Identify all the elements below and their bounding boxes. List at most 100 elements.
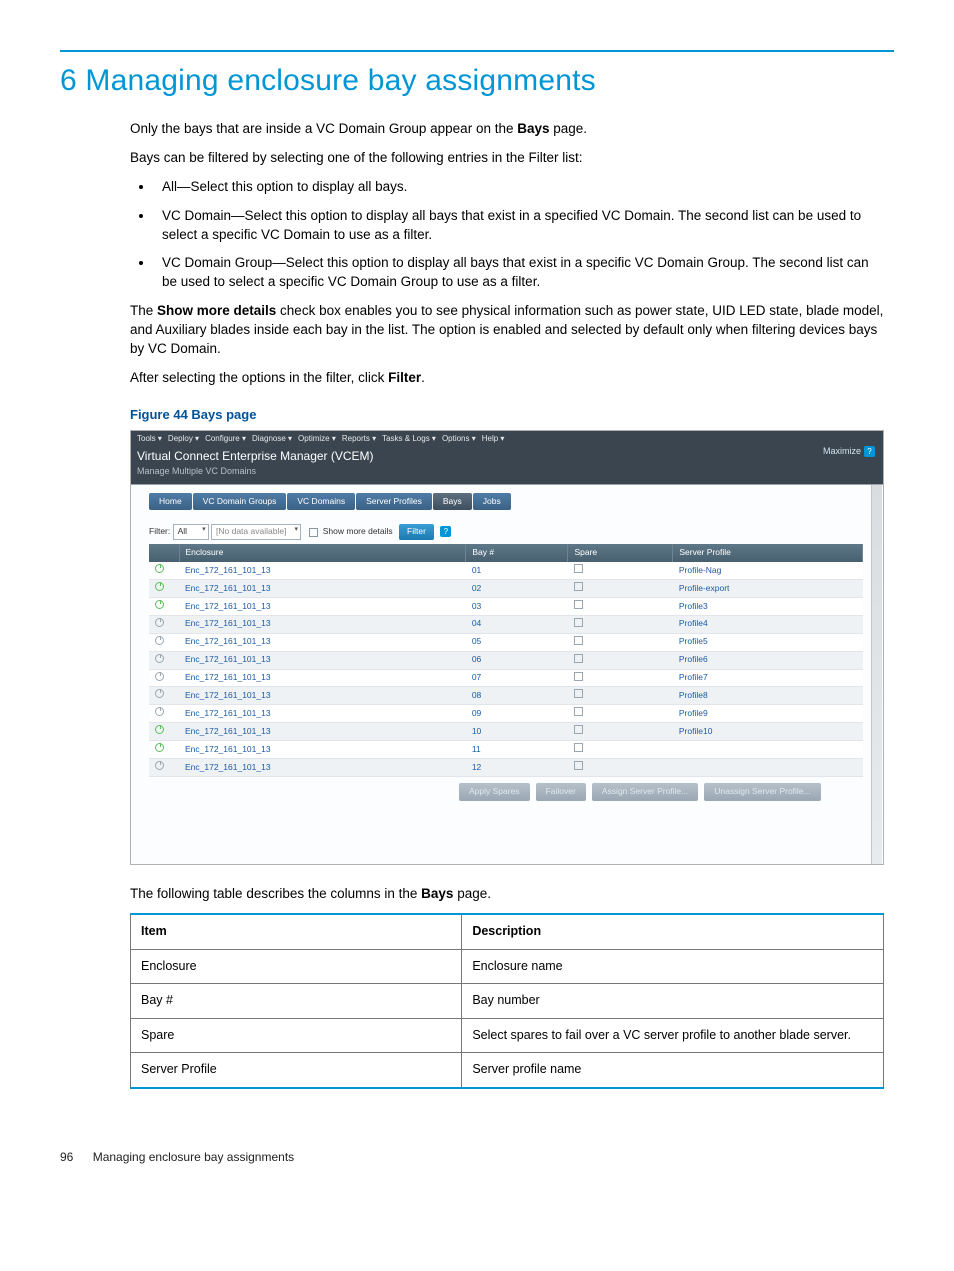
column-header[interactable]: Bay # [466, 544, 568, 562]
col-header-item: Item [131, 914, 462, 949]
item-cell: Enclosure [131, 949, 462, 984]
app-subtitle: Manage Multiple VC Domains [137, 465, 877, 478]
bay-cell: 06 [466, 651, 568, 669]
action-button[interactable]: Apply Spares [459, 783, 530, 801]
action-button[interactable]: Unassign Server Profile... [704, 783, 820, 801]
desc-cell: Enclosure name [462, 949, 884, 984]
power-icon [155, 618, 164, 627]
table-row[interactable]: Enc_172_161_101_1303Profile3 [149, 598, 863, 616]
tab-bays[interactable]: Bays [433, 493, 472, 511]
spare-checkbox[interactable] [574, 743, 583, 752]
spare-checkbox[interactable] [574, 618, 583, 627]
menu-item[interactable]: Help ▾ [482, 434, 505, 443]
text: After selecting the options in the filte… [130, 370, 388, 385]
bays-table-head: EnclosureBay #SpareServer Profile [149, 544, 863, 562]
menu-item[interactable]: Optimize ▾ [298, 434, 336, 443]
power-cell [149, 580, 179, 598]
bay-cell: 08 [466, 687, 568, 705]
desc-cell: Select spares to fail over a VC server p… [462, 1018, 884, 1053]
column-header[interactable] [149, 544, 179, 562]
menu-item[interactable]: Reports ▾ [342, 434, 376, 443]
spare-checkbox[interactable] [574, 707, 583, 716]
table-row[interactable]: Enc_172_161_101_1311 [149, 741, 863, 759]
profile-cell: Profile-export [673, 580, 863, 598]
menu-item[interactable]: Diagnose ▾ [252, 434, 292, 443]
content-canvas: HomeVC Domain GroupsVC DomainsServer Pro… [131, 484, 883, 864]
spare-checkbox[interactable] [574, 725, 583, 734]
profile-cell: Profile7 [673, 669, 863, 687]
table-row[interactable]: Enc_172_161_101_1302Profile-export [149, 580, 863, 598]
menu-item[interactable]: Tasks & Logs ▾ [382, 434, 436, 443]
table-row[interactable]: Enc_172_161_101_1309Profile9 [149, 705, 863, 723]
top-rule [60, 50, 894, 52]
spare-checkbox[interactable] [574, 600, 583, 609]
bay-cell: 12 [466, 759, 568, 777]
show-more-checkbox[interactable] [309, 528, 318, 537]
table-row[interactable]: Enc_172_161_101_1305Profile5 [149, 633, 863, 651]
spare-cell [568, 687, 673, 705]
text: Only the bays that are inside a VC Domai… [130, 121, 517, 136]
table-row[interactable]: Enc_172_161_101_1310Profile10 [149, 723, 863, 741]
column-header[interactable]: Spare [568, 544, 673, 562]
menu-item[interactable]: Deploy ▾ [168, 434, 199, 443]
bay-cell: 10 [466, 723, 568, 741]
profile-cell: Profile-Nag [673, 562, 863, 579]
spare-checkbox[interactable] [574, 636, 583, 645]
column-header[interactable]: Enclosure [179, 544, 466, 562]
bullet-item: VC Domain Group—Select this option to di… [154, 254, 884, 292]
tab-home[interactable]: Home [149, 493, 192, 511]
power-cell [149, 669, 179, 687]
table-row[interactable]: Enc_172_161_101_1304Profile4 [149, 615, 863, 633]
spare-checkbox[interactable] [574, 689, 583, 698]
spare-checkbox[interactable] [574, 582, 583, 591]
action-button[interactable]: Assign Server Profile... [592, 783, 698, 801]
spare-cell [568, 598, 673, 616]
enclosure-cell: Enc_172_161_101_13 [179, 651, 466, 669]
spare-checkbox[interactable] [574, 761, 583, 770]
spare-checkbox[interactable] [574, 672, 583, 681]
profile-cell: Profile4 [673, 615, 863, 633]
menu-item[interactable]: Configure ▾ [205, 434, 246, 443]
profile-cell: Profile10 [673, 723, 863, 741]
menu-item[interactable]: Tools ▾ [137, 434, 162, 443]
profile-cell: Profile6 [673, 651, 863, 669]
enclosure-cell: Enc_172_161_101_13 [179, 759, 466, 777]
tab-vc-domains[interactable]: VC Domains [287, 493, 355, 511]
filter-button[interactable]: Filter [399, 524, 434, 540]
text: The [130, 303, 157, 318]
enclosure-cell: Enc_172_161_101_13 [179, 562, 466, 579]
action-row: Apply Spares Failover Assign Server Profil… [149, 783, 879, 801]
profile-cell: Profile3 [673, 598, 863, 616]
filter-select-scope[interactable]: All [173, 524, 209, 540]
item-cell: Server Profile [131, 1053, 462, 1088]
power-icon [155, 689, 164, 698]
table-row[interactable]: Enc_172_161_101_1307Profile7 [149, 669, 863, 687]
table-row[interactable]: Enc_172_161_101_1312 [149, 759, 863, 777]
menu-item[interactable]: Options ▾ [442, 434, 476, 443]
action-button[interactable]: Failover [536, 783, 586, 801]
tab-jobs[interactable]: Jobs [473, 493, 511, 511]
bays-table-body: Enc_172_161_101_1301Profile-NagEnc_172_1… [149, 562, 863, 776]
tab-vc-domain-groups[interactable]: VC Domain Groups [193, 493, 287, 511]
spare-checkbox[interactable] [574, 564, 583, 573]
spare-cell [568, 741, 673, 759]
bullet-list: All—Select this option to display all ba… [130, 178, 884, 292]
maximize-link[interactable]: Maximize? [823, 445, 875, 458]
columns-description-table: Item Description EnclosureEnclosure name… [130, 913, 884, 1089]
column-header[interactable]: Server Profile [673, 544, 863, 562]
table-row[interactable]: Enc_172_161_101_1301Profile-Nag [149, 562, 863, 579]
filter-label: Filter: [149, 526, 170, 536]
spare-checkbox[interactable] [574, 654, 583, 663]
help-icon[interactable]: ? [440, 526, 451, 537]
bay-cell: 07 [466, 669, 568, 687]
tab-server-profiles[interactable]: Server Profiles [356, 493, 432, 511]
table-row[interactable]: Enc_172_161_101_1308Profile8 [149, 687, 863, 705]
power-icon [155, 564, 164, 573]
menu-bar: Tools ▾ Deploy ▾ Configure ▾ Diagnose ▾ Opti… [131, 431, 883, 446]
enclosure-cell: Enc_172_161_101_13 [179, 705, 466, 723]
screenshot-bays-page: Tools ▾ Deploy ▾ Configure ▾ Diagnose ▾ Opti… [130, 430, 884, 865]
filter-select-secondary[interactable]: [No data available] [211, 524, 301, 540]
profile-cell: Profile8 [673, 687, 863, 705]
table-row[interactable]: Enc_172_161_101_1306 Profile6 [149, 651, 863, 669]
help-icon[interactable]: ? [864, 446, 875, 457]
